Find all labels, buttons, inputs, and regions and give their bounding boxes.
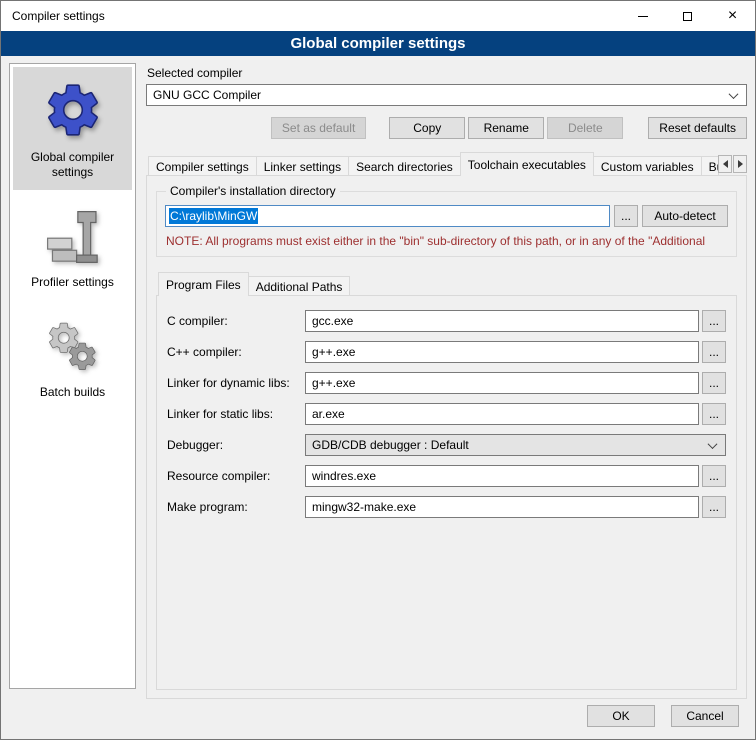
dynamic-linker-input[interactable] [305, 372, 699, 394]
static-linker-row: Linker for static libs: ... [167, 403, 726, 425]
selected-compiler-value: GNU GCC Compiler [153, 88, 261, 102]
batch-builds-gears-icon [44, 318, 102, 376]
c-compiler-browse-button[interactable]: ... [702, 310, 726, 332]
auto-detect-button[interactable]: Auto-detect [642, 205, 728, 227]
chevron-down-icon [708, 439, 718, 449]
reset-defaults-button[interactable]: Reset defaults [648, 117, 747, 139]
tab-custom-variables[interactable]: Custom variables [593, 156, 702, 176]
debugger-select[interactable]: GDB/CDB debugger : Default [305, 434, 726, 456]
settings-tabstrip: Compiler settings Linker settings Search… [146, 152, 747, 176]
dialog-body: Global compiler settings Profiler settin… [1, 56, 755, 699]
installation-directory-value: C:\raylib\MinGW [169, 208, 258, 224]
tab-toolchain-executables[interactable]: Toolchain executables [460, 152, 594, 176]
static-linker-browse-button[interactable]: ... [702, 403, 726, 425]
installation-note: NOTE: All programs must exist either in … [166, 234, 727, 248]
close-icon: × [728, 8, 737, 24]
dynamic-linker-label: Linker for dynamic libs: [167, 376, 305, 390]
resource-compiler-row: Resource compiler: ... [167, 465, 726, 487]
set-as-default-button[interactable]: Set as default [271, 117, 366, 139]
debugger-row: Debugger: GDB/CDB debugger : Default [167, 434, 726, 456]
blue-gear-icon [42, 79, 104, 141]
tab-linker-settings[interactable]: Linker settings [256, 156, 349, 176]
chevron-down-icon [729, 89, 739, 99]
tab-additional-paths[interactable]: Additional Paths [248, 276, 351, 296]
maximize-icon [683, 12, 692, 21]
compiler-settings-dialog: Compiler settings × Global compiler sett… [0, 0, 756, 740]
installation-directory-row: C:\raylib\MinGW ... Auto-detect [165, 205, 728, 227]
cpp-compiler-browse-button[interactable]: ... [702, 341, 726, 363]
resource-compiler-input[interactable] [305, 465, 699, 487]
delete-button[interactable]: Delete [547, 117, 623, 139]
tab-scroll-right-button[interactable] [733, 155, 747, 173]
installation-directory-browse-button[interactable]: ... [614, 205, 638, 227]
dynamic-linker-browse-button[interactable]: ... [702, 372, 726, 394]
tab-build-options[interactable]: Build options [701, 156, 719, 176]
sidebar-item-label: Profiler settings [31, 275, 114, 290]
installation-directory-group: Compiler's installation directory C:\ray… [156, 191, 737, 257]
tab-search-directories[interactable]: Search directories [348, 156, 461, 176]
make-program-browse-button[interactable]: ... [702, 496, 726, 518]
resource-compiler-browse-button[interactable]: ... [702, 465, 726, 487]
debugger-label: Debugger: [167, 438, 305, 452]
dialog-banner-title: Global compiler settings [290, 35, 465, 52]
executables-tabstrip: Program Files Additional Paths [156, 272, 737, 296]
maximize-button[interactable] [665, 1, 710, 31]
sidebar-item-label: Batch builds [40, 385, 105, 400]
dialog-footer: OK Cancel [1, 699, 755, 739]
program-files-panel: C compiler: ... C++ compiler: ... Linker… [156, 295, 737, 690]
sidebar-item-profiler-settings[interactable]: Profiler settings [13, 196, 132, 300]
make-program-label: Make program: [167, 500, 305, 514]
compiler-actions: Set as default Copy Rename Delete Reset … [146, 117, 747, 139]
c-compiler-input[interactable] [305, 310, 699, 332]
static-linker-label: Linker for static libs: [167, 407, 305, 421]
tab-compiler-settings[interactable]: Compiler settings [148, 156, 257, 176]
installation-directory-input[interactable]: C:\raylib\MinGW [165, 205, 610, 227]
sidebar-item-batch-builds[interactable]: Batch builds [13, 306, 132, 410]
make-program-row: Make program: ... [167, 496, 726, 518]
tab-scroll-controls [718, 155, 747, 173]
arrow-right-icon [738, 160, 743, 168]
tab-program-files[interactable]: Program Files [158, 272, 249, 296]
profiler-clamp-icon [44, 208, 102, 266]
minimize-button[interactable] [620, 1, 665, 31]
cpp-compiler-input[interactable] [305, 341, 699, 363]
cancel-button[interactable]: Cancel [671, 705, 739, 727]
titlebar: Compiler settings × [1, 1, 755, 31]
arrow-left-icon [723, 160, 728, 168]
rename-button[interactable]: Rename [468, 117, 544, 139]
close-button[interactable]: × [710, 1, 755, 31]
sidebar-item-global-compiler-settings[interactable]: Global compiler settings [13, 67, 132, 190]
cpp-compiler-label: C++ compiler: [167, 345, 305, 359]
ok-button[interactable]: OK [587, 705, 655, 727]
minimize-icon [638, 16, 648, 17]
debugger-value: GDB/CDB debugger : Default [312, 438, 469, 452]
copy-button[interactable]: Copy [389, 117, 465, 139]
window-title: Compiler settings [1, 9, 105, 23]
settings-category-sidebar: Global compiler settings Profiler settin… [9, 63, 136, 689]
dialog-banner: Global compiler settings [1, 31, 755, 56]
tab-scroll-left-button[interactable] [718, 155, 732, 173]
toolchain-executables-panel: Compiler's installation directory C:\ray… [146, 175, 747, 699]
c-compiler-label: C compiler: [167, 314, 305, 328]
selected-compiler-select[interactable]: GNU GCC Compiler [146, 84, 747, 106]
resource-compiler-label: Resource compiler: [167, 469, 305, 483]
main-area: Selected compiler GNU GCC Compiler Set a… [146, 63, 747, 699]
dynamic-linker-row: Linker for dynamic libs: ... [167, 372, 726, 394]
sidebar-item-label: Global compiler settings [17, 150, 128, 180]
installation-directory-group-label: Compiler's installation directory [166, 184, 340, 198]
c-compiler-row: C compiler: ... [167, 310, 726, 332]
cpp-compiler-row: C++ compiler: ... [167, 341, 726, 363]
make-program-input[interactable] [305, 496, 699, 518]
window-controls: × [620, 1, 755, 31]
selected-compiler-label: Selected compiler [147, 66, 747, 80]
static-linker-input[interactable] [305, 403, 699, 425]
